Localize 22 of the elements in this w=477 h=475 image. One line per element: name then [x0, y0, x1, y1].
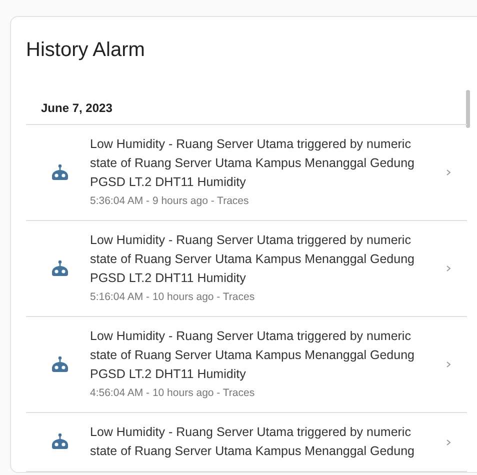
alarm-time: 5:36:04 AM - 9 hours ago - Traces — [90, 194, 250, 209]
robot-icon — [50, 260, 70, 278]
chevron-icon — [446, 265, 451, 272]
alarm-entry[interactable]: Low Humidity - Ruang Server Utama triggered by numeric state of Ruang Server Utama Kampus Menanggal Gedung PGSD LT.2 DHT11 Humidity 5:36:04 AM - 9 hours ago - Traces — [26, 125, 467, 221]
robot-icon — [50, 356, 70, 374]
alarm-message: Low Humidity - Ruang Server Utama triggered by numeric state of Ruang Server Utama Kampus Menanggal Gedung PGSD LT.2 DHT11 Humidity — [90, 328, 416, 383]
card-title: History Alarm — [26, 38, 145, 63]
chevron-icon — [446, 438, 451, 446]
alarm-time: 4:56:04 AM - 10 hours ago - Traces — [90, 386, 256, 401]
alarm-message: Low Humidity - Ruang Server Utama triggered by numeric state of Ruang Server Utama Kampus Menanggal Gedung PGSD LT.2 DHT11 Humidity — [90, 136, 416, 191]
scrollbar-thumb — [466, 90, 470, 128]
alarm-entry[interactable]: Low Humidity - Ruang Server Utama triggered by numeric state of Ruang Server Utama Kampus Menanggal Gedung PGSD LT.2 DHT11 Humidity 5:16:04 AM - 10 hours ago - Traces — [26, 221, 467, 317]
alarm-entry[interactable]: Low Humidity - Ruang Server Utama triggered by numeric state of Ruang Server Utama Kampus Menanggal Gedung — [26, 413, 467, 472]
chevron-icon — [446, 169, 451, 176]
robot-icon — [50, 164, 70, 182]
alarm-entry[interactable]: Low Humidity - Ruang Server Utama triggered by numeric state of Ruang Server Utama Kampus Menanggal Gedung PGSD LT.2 DHT11 Humidity 4:56:04 AM - 10 hours ago - Traces — [26, 317, 467, 413]
chevron-icon — [446, 361, 451, 368]
robot-icon — [50, 433, 70, 451]
alarm-time: 5:16:04 AM - 10 hours ago - Traces — [90, 290, 256, 305]
alarm-message: Low Humidity - Ruang Server Utama triggered by numeric state of Ruang Server Utama Kampus Menanggal Gedung — [90, 424, 416, 460]
alarm-message: Low Humidity - Ruang Server Utama triggered by numeric state of Ruang Server Utama Kampus Menanggal Gedung PGSD LT.2 DHT11 Humidity — [90, 232, 416, 287]
date-header: June 7, 2023 — [41, 100, 112, 116]
